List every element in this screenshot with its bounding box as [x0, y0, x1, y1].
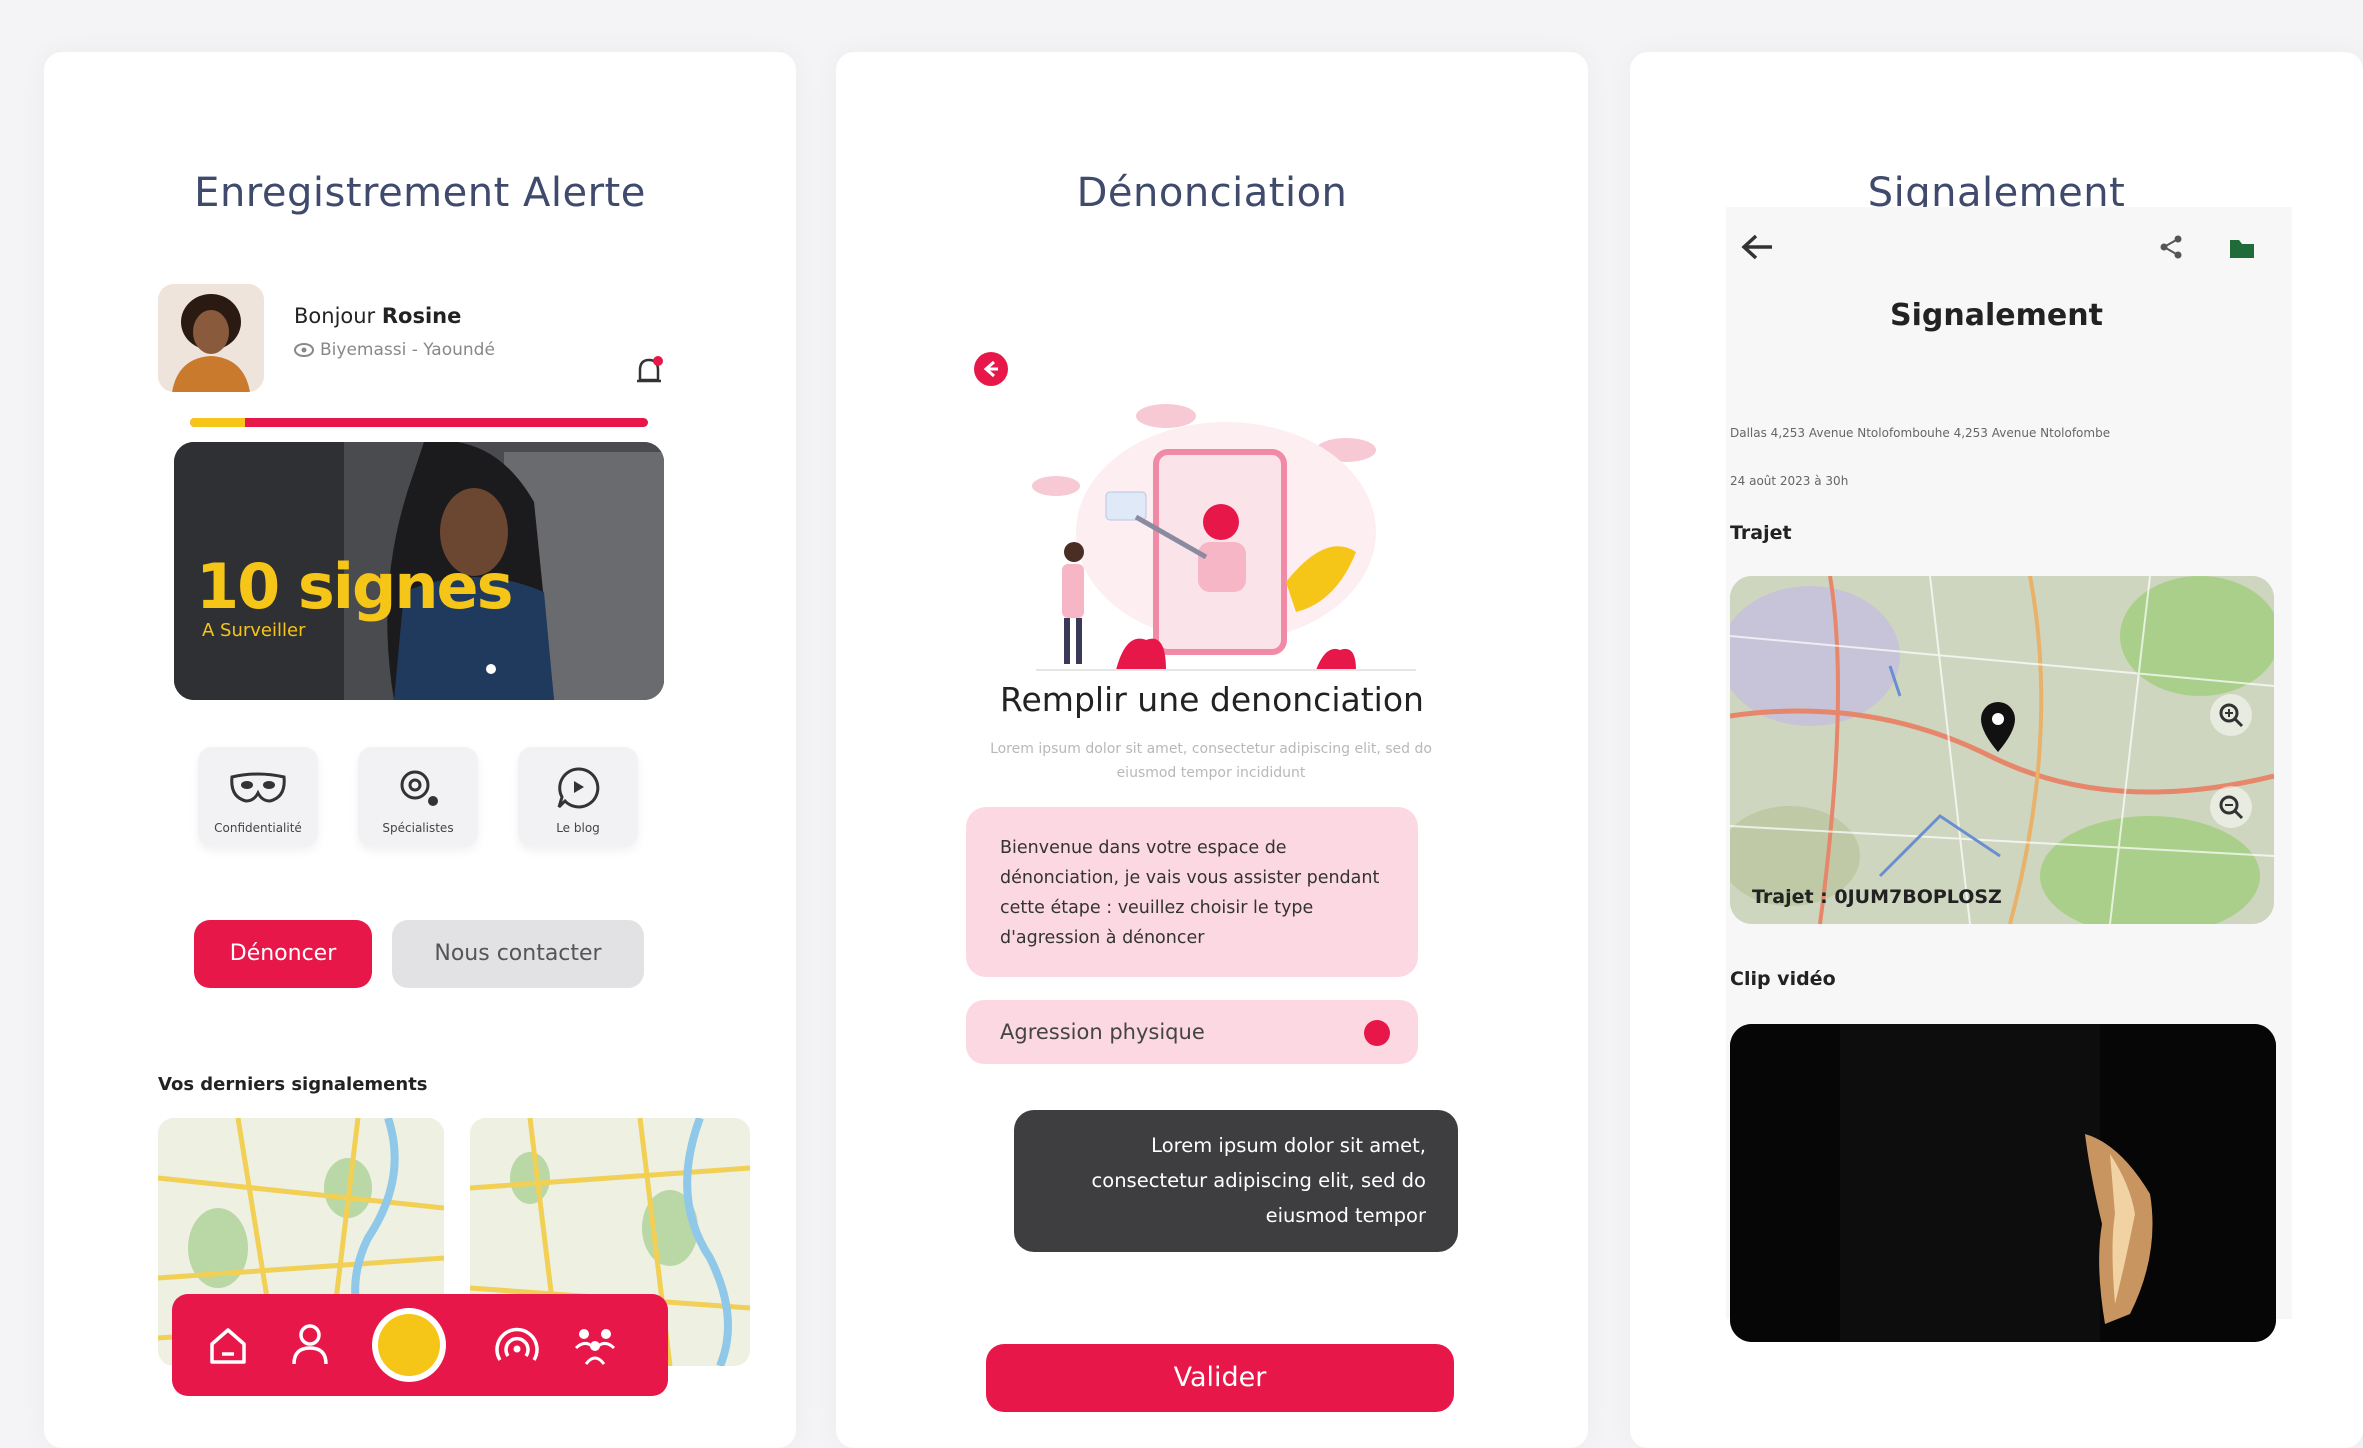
- banner-headline: 10 signes: [196, 550, 513, 623]
- panel-denunciation: Dénonciation Remplir une denonciation Lo…: [836, 52, 1588, 1448]
- select-chevron-icon: [1364, 1020, 1390, 1046]
- quick-action-privacy[interactable]: Confidentialité: [198, 747, 318, 847]
- zoom-in-icon: [2219, 703, 2244, 728]
- notification-bell-icon[interactable]: [634, 354, 664, 390]
- robot-illustration: [1032, 404, 1416, 671]
- trajet-id: Trajet : 0JUM7BOPLOSZ: [1752, 886, 2002, 908]
- article-banner[interactable]: 10 signes A Surveiller: [174, 442, 664, 700]
- user-name: Rosine: [381, 304, 462, 328]
- quick-action-label: Le blog: [556, 821, 600, 835]
- back-button[interactable]: [974, 352, 1008, 386]
- zoom-out-icon: [2219, 795, 2244, 820]
- screen-title: Signalement: [1890, 298, 2103, 333]
- panel-report-detail: Signalement Signalement Dallas 4,253 Ave…: [1630, 52, 2363, 1448]
- chat-icon: [557, 767, 600, 809]
- avatar[interactable]: [158, 284, 264, 392]
- arrow-left-icon: [983, 360, 998, 378]
- location-text: Biyemassi - Yaoundé: [320, 340, 495, 360]
- greeting-prefix: Bonjour: [294, 304, 382, 328]
- video-clip[interactable]: [1730, 1024, 2276, 1342]
- panel-alert-registration: Enregistrement Alerte Bonjour Rosine Biy…: [44, 52, 796, 1448]
- location-pin-icon: [1981, 702, 2015, 752]
- aggression-type-select[interactable]: Agression physique: [966, 1000, 1418, 1064]
- zoom-in-button[interactable]: [2210, 694, 2252, 736]
- contact-button[interactable]: Nous contacter: [392, 920, 644, 988]
- community-icon[interactable]: [572, 1324, 618, 1366]
- reply-bubble: Lorem ipsum dolor sit amet, consectetur …: [1014, 1110, 1458, 1252]
- banner-subline: A Surveiller: [202, 620, 306, 641]
- recent-reports-label: Vos derniers signalements: [158, 1074, 428, 1095]
- quick-action-label: Spécialistes: [382, 821, 454, 835]
- greeting: Bonjour Rosine: [294, 304, 461, 328]
- video-heading: Clip vidéo: [1730, 968, 1836, 990]
- profile-icon[interactable]: [290, 1322, 330, 1368]
- eye-icon: [294, 343, 314, 357]
- progress-fill: [190, 418, 245, 427]
- quick-action-blog[interactable]: Le blog: [518, 747, 638, 847]
- home-icon[interactable]: [206, 1324, 250, 1368]
- broadcast-icon[interactable]: [492, 1322, 542, 1368]
- share-icon[interactable]: [2158, 234, 2184, 260]
- trajet-heading: Trajet: [1730, 522, 1792, 544]
- carousel-dot[interactable]: [486, 664, 496, 674]
- alert-center-dot: [378, 1314, 440, 1376]
- quick-action-specialists[interactable]: Spécialistes: [358, 747, 478, 847]
- assistant-welcome-message: Bienvenue dans votre espace de dénonciat…: [966, 807, 1418, 977]
- aggression-type-value: Agression physique: [1000, 1020, 1205, 1044]
- gear-person-icon: [400, 770, 438, 806]
- bottom-navigation: [172, 1294, 668, 1396]
- report-date: 24 août 2023 à 30h: [1730, 474, 1849, 488]
- quick-action-label: Confidentialité: [214, 821, 302, 835]
- form-subtext: Lorem ipsum dolor sit amet, consectetur …: [990, 741, 1432, 781]
- progress-bar: [190, 418, 648, 427]
- trajet-map[interactable]: Trajet : 0JUM7BOPLOSZ: [1730, 576, 2274, 924]
- form-heading: Remplir une denonciation: [1000, 680, 1424, 719]
- alert-center-button[interactable]: [372, 1308, 446, 1382]
- panel-title: Enregistrement Alerte: [194, 170, 646, 216]
- submit-button[interactable]: Valider: [986, 1344, 1454, 1412]
- folder-icon[interactable]: [2228, 236, 2256, 260]
- user-location: Biyemassi - Yaoundé: [294, 340, 495, 360]
- report-button[interactable]: Dénoncer: [194, 920, 372, 988]
- arrow-left-icon[interactable]: [1740, 232, 1776, 262]
- zoom-out-button[interactable]: [2210, 786, 2252, 828]
- mask-icon: [230, 772, 286, 803]
- panel-title: Dénonciation: [1076, 170, 1348, 216]
- report-address: Dallas 4,253 Avenue Ntolofombouhe 4,253 …: [1730, 426, 2111, 440]
